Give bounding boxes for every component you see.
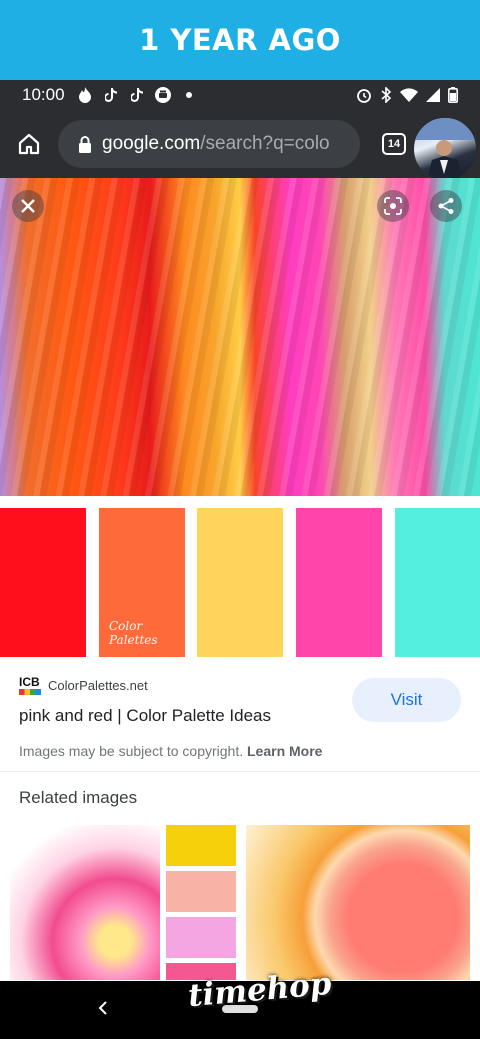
- swatch-orange: Color Palettes: [99, 508, 185, 657]
- close-button[interactable]: [12, 190, 44, 222]
- share-icon: [438, 198, 454, 214]
- visit-button[interactable]: Visit: [352, 678, 461, 722]
- swatch-red: [0, 508, 86, 657]
- tab-switcher-button[interactable]: 14: [382, 133, 406, 155]
- url-path: /search?q=colo: [200, 133, 330, 154]
- result-source[interactable]: ICB ColorPalettes.net: [19, 674, 148, 696]
- learn-more-link[interactable]: Learn More: [247, 743, 322, 759]
- home-icon: [18, 133, 40, 155]
- status-bar: 10:00: [0, 80, 480, 110]
- palette-swatches: Color Palettes: [0, 508, 480, 657]
- palette-chip-yellow: [166, 825, 236, 866]
- palette-chip-peach: [166, 871, 236, 912]
- wifi-icon: [400, 88, 418, 102]
- bluetooth-icon: [380, 87, 392, 103]
- related-image-flower[interactable]: [10, 825, 160, 980]
- account-avatar[interactable]: [412, 116, 478, 182]
- source-name: ColorPalettes.net: [48, 677, 148, 693]
- browser-toolbar: google.com/search?q=colo 14: [0, 110, 480, 178]
- fire-app-icon: [77, 87, 93, 103]
- home-button[interactable]: [0, 110, 58, 178]
- swatch-yellow: [197, 508, 283, 657]
- tiktok-icon: [103, 87, 119, 103]
- back-icon: [98, 1001, 107, 1015]
- alarm-icon: [356, 87, 372, 103]
- battery-icon: [448, 87, 458, 103]
- swatch-pink: [296, 508, 382, 657]
- swatch-watermark-label: Color Palettes: [109, 619, 158, 647]
- address-bar[interactable]: google.com/search?q=colo: [58, 120, 360, 168]
- url-host: google.com: [102, 133, 201, 154]
- copyright-notice: Images may be subject to copyright. Lear…: [19, 743, 322, 759]
- source-logo-text: ICB: [19, 675, 40, 689]
- swatch-turquoise: [395, 508, 480, 657]
- share-button[interactable]: [430, 190, 462, 222]
- palette-chip-lilac: [166, 917, 236, 958]
- close-icon: [21, 199, 35, 213]
- related-image-palette[interactable]: [166, 825, 236, 980]
- copyright-text: Images may be subject to copyright.: [19, 743, 247, 759]
- result-title[interactable]: pink and red | Color Palette Ideas: [19, 706, 271, 726]
- signal-icon: [426, 88, 440, 102]
- banner-title: 1 YEAR AGO: [139, 23, 341, 57]
- result-info-panel: ICB ColorPalettes.net pink and red | Col…: [0, 658, 480, 772]
- memory-banner: 1 YEAR AGO: [0, 0, 480, 80]
- status-clock: 10:00: [22, 85, 65, 104]
- tiktok-icon: [129, 87, 145, 103]
- paint-strokes-image: [0, 178, 480, 496]
- lens-icon: [384, 197, 402, 215]
- related-image-grapefruit[interactable]: [246, 825, 470, 980]
- lens-button[interactable]: [377, 190, 409, 222]
- dot-icon: [181, 87, 197, 103]
- printer-app-icon: [154, 87, 171, 103]
- back-button[interactable]: [97, 997, 109, 1023]
- source-logo: ICB: [19, 674, 41, 696]
- lock-icon: [78, 135, 92, 153]
- related-images-heading: Related images: [19, 788, 138, 807]
- image-preview[interactable]: Color Palettes: [0, 178, 480, 658]
